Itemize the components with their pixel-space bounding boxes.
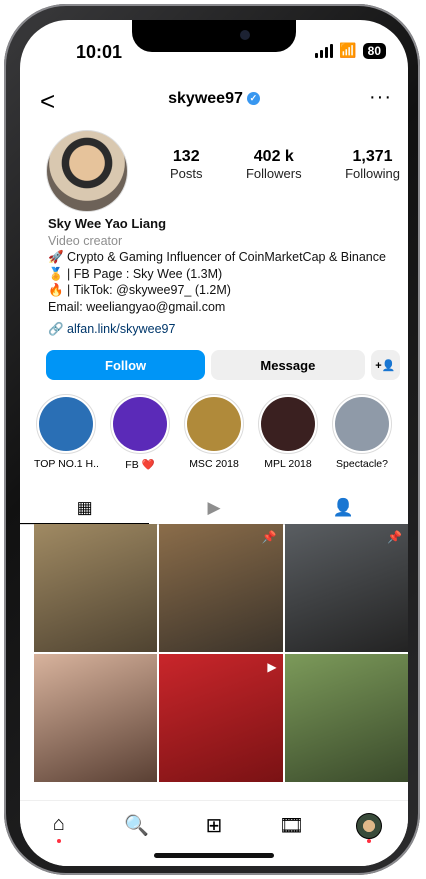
bio-link-text: alfan.link/skywee97: [67, 322, 176, 336]
signal-icon: [315, 43, 334, 58]
avatar: [356, 813, 383, 839]
highlight-item[interactable]: MSC 2018: [182, 394, 246, 471]
post-thumbnail[interactable]: [34, 524, 158, 652]
stat-followers[interactable]: 402 k Followers: [246, 148, 302, 181]
profile-icon[interactable]: [354, 813, 384, 843]
profile-actions: Follow Message +👤: [46, 350, 400, 380]
create-icon[interactable]: ⊞: [199, 813, 229, 838]
notification-dot: [367, 839, 372, 843]
reels-icon[interactable]: 🎞: [277, 813, 307, 838]
bio-link[interactable]: 🔗 alfan.link/skywee97: [48, 321, 398, 338]
home-glyph: ⌂: [52, 813, 65, 835]
link-icon: 🔗: [48, 322, 68, 336]
bio-line: Email: weeliangyao@gmail.com: [48, 299, 226, 314]
stat-following[interactable]: 1,371 Following: [345, 148, 400, 181]
bio: Sky Wee Yao Liang Video creator 🚀 Crypto…: [48, 216, 398, 338]
stat-value: 402 k: [253, 148, 294, 165]
story-highlights: TOP NO.1 H... FB ❤️ MSC 2018 MPL 2018 Sp…: [34, 394, 408, 471]
display-name: Sky Wee Yao Liang: [48, 216, 167, 231]
stat-label: Following: [345, 166, 400, 181]
create-glyph: ⊞: [205, 815, 223, 837]
pinned-icon: 📌: [387, 530, 402, 544]
reels-glyph: 🎞: [278, 815, 305, 837]
add-user-icon[interactable]: +👤: [370, 350, 400, 380]
avatar[interactable]: [46, 130, 128, 212]
post-thumbnail[interactable]: ▶: [159, 654, 283, 782]
post-thumbnail[interactable]: 📌: [159, 524, 283, 652]
reels-icon[interactable]: ▶: [149, 492, 278, 524]
bio-line: 🔥 | TikTok: @skywee97_ (1.2M): [48, 283, 231, 297]
stat-label: Posts: [170, 166, 203, 181]
highlight-item[interactable]: TOP NO.1 H...: [34, 394, 98, 471]
battery-icon: 80: [362, 42, 386, 59]
highlight-label: MSC 2018: [189, 458, 239, 470]
post-thumbnail[interactable]: [34, 654, 158, 782]
profile-stats: 132 Posts 402 k Followers 1,371 Followin…: [170, 148, 400, 181]
highlight-item[interactable]: MPL 2018: [256, 394, 320, 471]
tagged-icon[interactable]: 👤: [279, 492, 408, 524]
grid-icon[interactable]: ▦: [20, 492, 150, 524]
home-icon[interactable]: ⌂: [44, 813, 74, 843]
highlight-label: MPL 2018: [264, 458, 312, 470]
profile-tabs: ▦ ▶ 👤: [20, 492, 408, 525]
more-options-icon[interactable]: ···: [369, 86, 392, 109]
status-icons: 📶 80: [315, 42, 386, 59]
search-glyph: 🔍: [123, 815, 149, 837]
highlight-label: FB ❤️: [125, 459, 155, 471]
stat-value: 1,371: [352, 148, 393, 165]
search-icon[interactable]: 🔍: [121, 813, 151, 838]
pinned-icon: 📌: [261, 530, 277, 544]
reel-icon: ▶: [267, 660, 277, 674]
category-label: Video creator: [48, 233, 123, 248]
highlight-item[interactable]: FB ❤️: [108, 394, 172, 471]
notification-dot: [56, 839, 61, 843]
camera-icon: [240, 30, 250, 40]
status-time: 10:01: [76, 42, 123, 62]
highlight-label: TOP NO.1 H...: [34, 458, 98, 470]
username: skywee97: [168, 90, 243, 107]
phone-frame: 10:01 📶 80 < skywee97 ✓ ··· 132 Posts 402…: [4, 4, 420, 875]
bio-line: 🏅 | FB Page : Sky Wee (1.3M): [48, 266, 223, 281]
stat-label: Followers: [245, 166, 302, 181]
username-title: skywee97 ✓: [20, 90, 408, 108]
stat-value: 132: [172, 148, 200, 165]
post-thumbnail[interactable]: [284, 654, 408, 782]
message-button[interactable]: Message: [211, 350, 365, 380]
profile-header: < skywee97 ✓ ···: [20, 82, 408, 118]
verified-badge-icon: ✓: [246, 92, 260, 106]
posts-grid: 📌 📌 ▶: [34, 524, 408, 782]
notch: [132, 20, 296, 52]
follow-button[interactable]: Follow: [46, 350, 206, 380]
stat-posts[interactable]: 132 Posts: [170, 148, 203, 181]
wifi-icon: 📶: [339, 42, 357, 58]
highlight-label: Spectacle?: [336, 458, 388, 470]
home-indicator: [154, 853, 274, 858]
bio-line: 🚀 Crypto & Gaming Influencer of CoinMark…: [48, 250, 386, 264]
post-thumbnail[interactable]: 📌: [284, 524, 408, 652]
highlight-item[interactable]: Spectacle?: [330, 394, 394, 471]
screen: 10:01 📶 80 < skywee97 ✓ ··· 132 Posts 402…: [20, 20, 408, 866]
